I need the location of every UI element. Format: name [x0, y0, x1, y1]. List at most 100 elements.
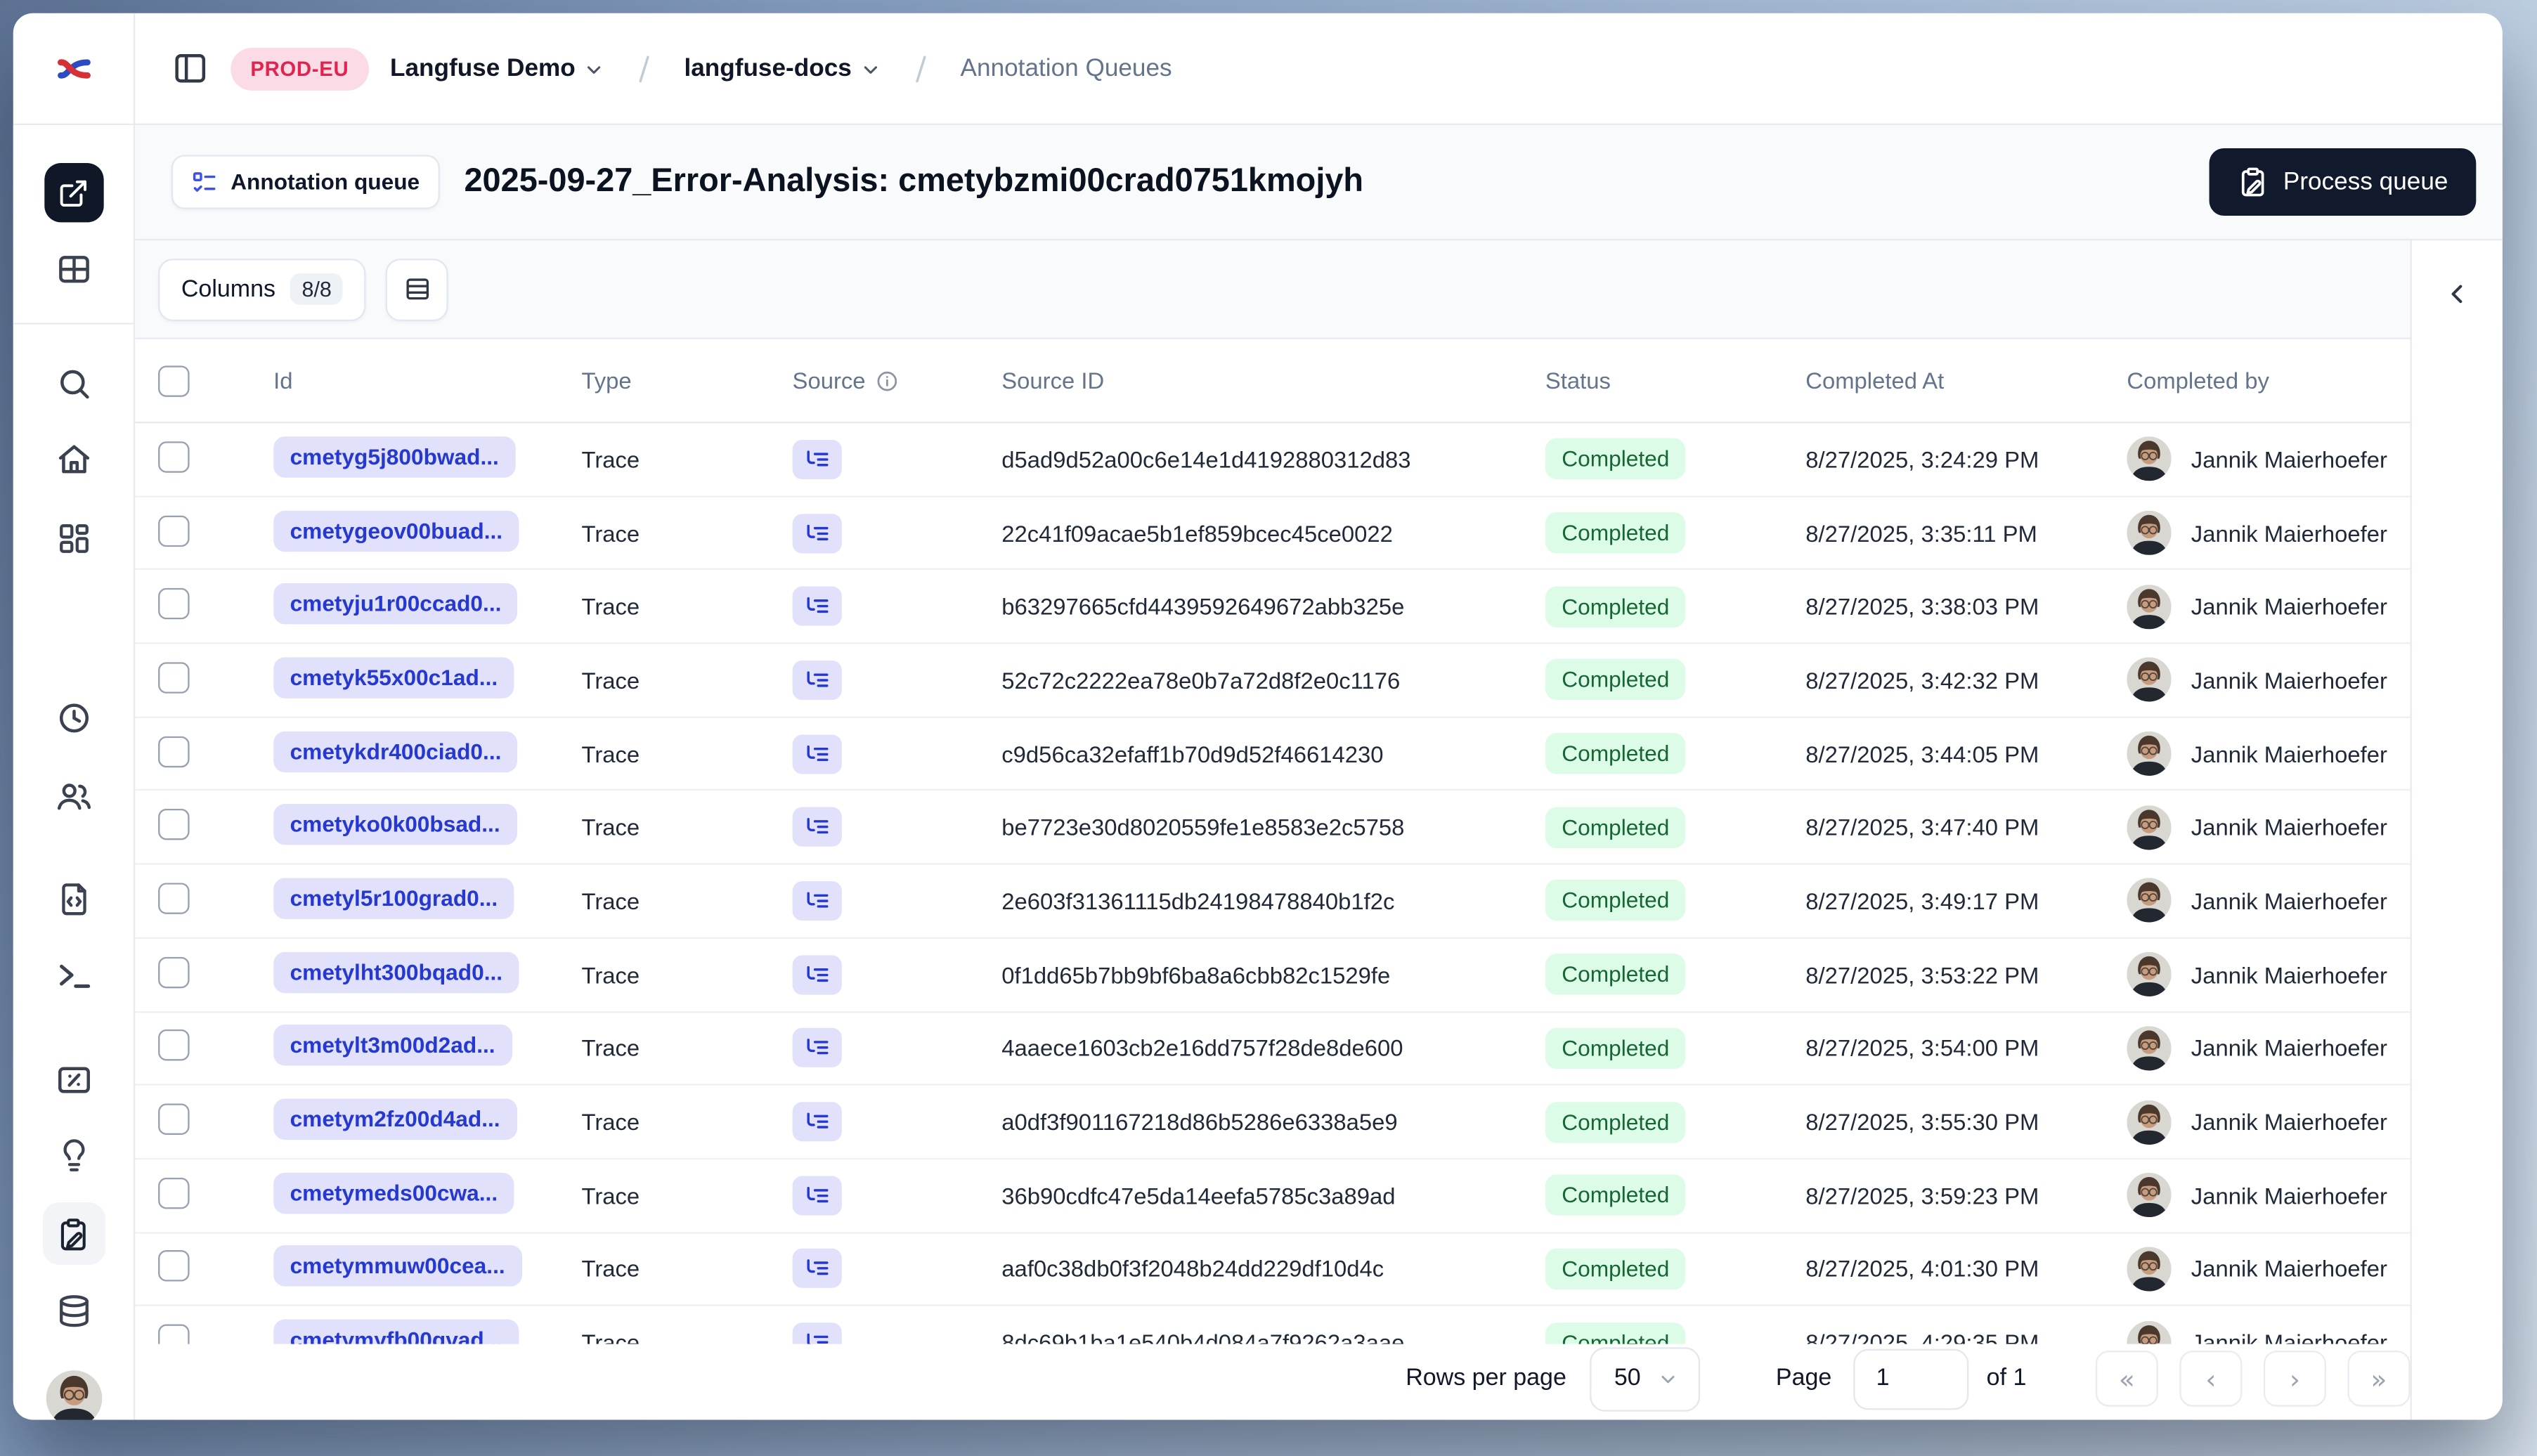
trace-source-icon[interactable]	[792, 1028, 842, 1068]
table-row[interactable]: cmetyko0k00bsad... Trace be7723e30d80205…	[135, 791, 2411, 865]
traces-icon[interactable]	[56, 623, 92, 659]
table-row[interactable]: cmetygeov00buad... Trace 22c41f09acae5b1…	[135, 497, 2411, 571]
table-row[interactable]: cmetyl5r100grad0... Trace 2e603f31361115…	[135, 865, 2411, 939]
table-row[interactable]: cmetyg5j800bwad... Trace d5ad9d52a00c6e1…	[135, 423, 2411, 498]
column-header-source[interactable]: Source	[793, 368, 1002, 394]
row-checkbox[interactable]	[158, 588, 190, 620]
table-row[interactable]: cmetykdr400ciad0... Trace c9d56ca32efaff…	[135, 717, 2411, 792]
trace-source-icon[interactable]	[792, 513, 842, 553]
row-checkbox[interactable]	[158, 441, 190, 473]
row-id-badge[interactable]: cmetykdr400ciad0...	[273, 730, 518, 772]
playground-terminal-icon[interactable]	[54, 957, 92, 995]
annotation-queue-badge[interactable]: Annotation queue	[171, 155, 440, 209]
row-id-badge[interactable]: cmetyko0k00bsad...	[273, 804, 517, 846]
trace-source-icon[interactable]	[792, 734, 842, 774]
table-view-icon[interactable]	[54, 250, 92, 288]
row-id-badge[interactable]: cmetylht300bqad0...	[273, 951, 519, 993]
trace-source-icon[interactable]	[792, 1102, 842, 1142]
column-header-source-id[interactable]: Source ID	[1001, 368, 1545, 394]
row-id-badge[interactable]: cmetyk55x00c1ad...	[273, 656, 514, 698]
previous-page-button[interactable]: ‹	[2179, 1350, 2243, 1407]
breadcrumb-slash-icon	[626, 50, 663, 86]
columns-button[interactable]: Columns 8/8	[158, 257, 367, 320]
row-source-id: 22c41f09acae5b1ef859bcec45ce0022	[1001, 519, 1393, 547]
dashboard-icon[interactable]	[56, 521, 92, 557]
row-checkbox[interactable]	[158, 1029, 190, 1062]
first-page-button[interactable]: «	[2095, 1350, 2158, 1407]
evals-percent-icon[interactable]	[54, 1060, 92, 1098]
table-row[interactable]: cmetym2fz00d4ad... Trace a0df3f901167218…	[135, 1086, 2411, 1159]
sidebar-toggle-icon[interactable]	[171, 49, 209, 87]
row-type: Trace	[581, 814, 640, 841]
row-id-badge[interactable]: cmetymmuw00cea...	[273, 1245, 522, 1287]
prompts-file-icon[interactable]	[56, 881, 92, 918]
lightbulb-icon[interactable]	[56, 1138, 92, 1175]
home-icon[interactable]	[56, 441, 92, 478]
trace-source-icon[interactable]	[792, 586, 842, 627]
langfuse-logo[interactable]	[13, 13, 136, 124]
row-checkbox[interactable]	[158, 956, 190, 988]
next-page-button[interactable]: ›	[2263, 1350, 2327, 1407]
status-badge: Completed	[1545, 438, 1686, 480]
page-title: 2025-09-27_Error-Analysis: cmetybzmi00cr…	[464, 163, 1364, 200]
select-all-checkbox[interactable]	[158, 365, 190, 396]
table-row[interactable]: cmetylt3m00d2ad... Trace 4aaece1603cb2e1…	[135, 1012, 2411, 1086]
row-checkbox[interactable]	[158, 735, 190, 767]
table-row[interactable]: cmetylht300bqad0... Trace 0f1dd65b7bb9bf…	[135, 939, 2411, 1013]
last-page-button[interactable]: »	[2347, 1350, 2411, 1407]
rows-per-page-label: Rows per page	[1406, 1365, 1566, 1392]
trace-source-icon[interactable]	[792, 1175, 842, 1216]
user-avatar[interactable]	[45, 1370, 102, 1420]
table-row[interactable]: cmetymeds00cwa... Trace 36b90cdfc47e5da1…	[135, 1159, 2411, 1233]
row-id-badge[interactable]: cmetymeds00cwa...	[273, 1172, 514, 1214]
column-header-status[interactable]: Status	[1545, 368, 1805, 394]
row-checkbox[interactable]	[158, 514, 190, 547]
row-height-button[interactable]	[386, 257, 449, 320]
table-row[interactable]: cmetymmuw00cea... Trace aaf0c38db0f3f204…	[135, 1233, 2411, 1307]
row-checkbox[interactable]	[158, 883, 190, 914]
sessions-clock-icon[interactable]	[56, 700, 92, 736]
collapse-panel-chevron-left-icon[interactable]	[2434, 270, 2481, 316]
avatar	[2127, 436, 2172, 482]
side-panel-strip	[2410, 240, 2503, 1420]
column-header-id[interactable]: Id	[273, 368, 581, 394]
process-queue-button[interactable]: Process queue	[2209, 148, 2477, 216]
rows-per-page-select[interactable]: 50	[1589, 1346, 1701, 1411]
row-checkbox[interactable]	[158, 662, 190, 694]
table-row[interactable]: cmetyju1r00ccad0... Trace b63297665cfd44…	[135, 571, 2411, 644]
status-badge: Completed	[1545, 1027, 1686, 1069]
row-completed-by: Jannik Maierhoefer	[2191, 1034, 2387, 1062]
datasets-database-icon[interactable]	[56, 1293, 92, 1330]
row-id-badge[interactable]: cmetyl5r100grad0...	[273, 878, 514, 919]
row-id-badge[interactable]: cmetygeov00buad...	[273, 509, 519, 552]
trace-source-icon[interactable]	[792, 954, 842, 994]
row-id-badge[interactable]: cmetyju1r00ccad0...	[273, 583, 518, 625]
trace-source-icon[interactable]	[792, 439, 842, 479]
trace-source-icon[interactable]	[792, 807, 842, 847]
status-badge: Completed	[1545, 585, 1686, 628]
annotation-queues-active-icon[interactable]	[41, 1202, 105, 1266]
users-icon[interactable]	[54, 777, 92, 815]
column-header-completed-at[interactable]: Completed At	[1805, 368, 2127, 394]
row-id-badge[interactable]: cmetylt3m00d2ad...	[273, 1025, 512, 1067]
column-header-completed-by[interactable]: Completed by	[2127, 368, 2410, 394]
open-external-button[interactable]	[44, 163, 103, 223]
search-icon[interactable]	[56, 365, 92, 402]
org-switcher[interactable]: Langfuse Demo	[390, 54, 605, 82]
project-switcher[interactable]: langfuse-docs	[684, 54, 881, 82]
trace-source-icon[interactable]	[792, 880, 842, 921]
row-id-badge[interactable]: cmetym2fz00d4ad...	[273, 1098, 517, 1140]
row-completed-by: Jannik Maierhoefer	[2191, 814, 2387, 841]
row-checkbox[interactable]	[158, 809, 190, 841]
page-number-input[interactable]	[1853, 1348, 1968, 1410]
row-checkbox[interactable]	[158, 1103, 190, 1136]
column-header-type[interactable]: Type	[582, 368, 793, 394]
row-checkbox[interactable]	[158, 1250, 190, 1282]
row-checkbox[interactable]	[158, 1177, 190, 1209]
row-completed-at: 8/27/2025, 3:47:40 PM	[1805, 814, 2039, 841]
trace-source-icon[interactable]	[792, 660, 842, 700]
table-row[interactable]: cmetyk55x00c1ad... Trace 52c72c2222ea78e…	[135, 644, 2411, 718]
trace-source-icon[interactable]	[792, 1249, 842, 1289]
row-id-badge[interactable]: cmetyg5j800bwad...	[273, 436, 516, 478]
avatar	[2127, 731, 2172, 776]
